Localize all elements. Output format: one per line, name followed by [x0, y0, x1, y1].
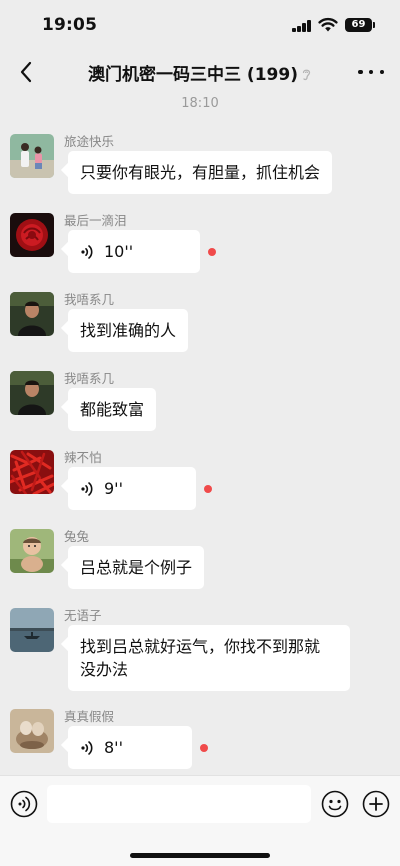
- more-button[interactable]: [358, 60, 384, 84]
- voice-wave-icon: [81, 740, 93, 755]
- unread-dot: [200, 744, 208, 752]
- message-bubble[interactable]: 找到准确的人: [68, 309, 189, 352]
- message-bubble[interactable]: 只要你有眼光，有胆量，抓住机会: [68, 151, 333, 194]
- avatar[interactable]: [10, 529, 54, 573]
- sender-name: 旅途快乐: [64, 134, 115, 149]
- sender-name: 辣不怕: [64, 450, 102, 465]
- message-bubble[interactable]: 吕总就是个例子: [68, 546, 205, 589]
- message-text: 找到准确的人: [80, 321, 177, 340]
- signal-icon: [292, 20, 312, 32]
- avatar[interactable]: [10, 608, 54, 652]
- voice-duration: 8'': [104, 738, 123, 757]
- avatar[interactable]: [10, 292, 54, 336]
- voice-message-bubble[interactable]: 10'': [68, 230, 200, 273]
- sender-name: 真真假假: [64, 709, 115, 724]
- chat-title: 澳门机密一码三中三 (199): [50, 60, 350, 85]
- home-indicator[interactable]: [130, 853, 270, 858]
- sender-name: 兔兔: [64, 529, 90, 544]
- message-text: 只要你有眼光，有胆量，抓住机会: [80, 163, 321, 182]
- voice-input-icon[interactable]: [10, 790, 38, 818]
- battery-indicator: 69: [345, 18, 375, 32]
- voice-wave-icon: [81, 481, 93, 496]
- status-time: 19:05: [42, 15, 98, 35]
- back-icon: [20, 61, 32, 83]
- voice-message-bubble[interactable]: 9'': [68, 467, 196, 510]
- sender-name: 无语子: [64, 608, 102, 623]
- voice-duration: 10'': [104, 242, 134, 261]
- chat-area[interactable]: 18:10 旅途快乐 只要你有眼光，有胆量，抓住机会 最后一滴泪 10'' 我唔…: [0, 92, 400, 775]
- avatar[interactable]: [10, 450, 54, 494]
- unread-dot: [208, 248, 216, 256]
- unread-dot: [204, 485, 212, 493]
- plus-icon[interactable]: [362, 790, 390, 818]
- avatar[interactable]: [10, 371, 54, 415]
- back-button[interactable]: [14, 58, 38, 86]
- message-text: 吕总就是个例子: [80, 558, 193, 577]
- status-bar: 19:05 69: [0, 0, 400, 52]
- message-text: 都能致富: [80, 400, 145, 419]
- voice-wave-icon: [81, 244, 93, 259]
- emoji-icon[interactable]: [321, 790, 349, 818]
- message-text-line-2: 没办法: [80, 660, 129, 679]
- avatar[interactable]: [10, 213, 54, 257]
- sender-name: 我唔系几: [64, 292, 115, 307]
- mute-icon: [302, 69, 311, 81]
- message-bubble[interactable]: 都能致富: [68, 388, 157, 431]
- message-text-line-1: 找到吕总就好运气，你找不到那就: [80, 637, 321, 656]
- voice-message-bubble[interactable]: 8'': [68, 726, 192, 769]
- sender-name: 我唔系几: [64, 371, 115, 386]
- more-icon: [358, 69, 363, 75]
- message-input[interactable]: [47, 785, 311, 823]
- wifi-icon: [318, 17, 338, 32]
- chat-title-text: 澳门机密一码三中三 (199): [88, 65, 298, 85]
- avatar[interactable]: [10, 709, 54, 753]
- voice-duration: 9'': [104, 479, 123, 498]
- chat-timestamp: 18:10: [181, 96, 219, 111]
- sender-name: 最后一滴泪: [64, 213, 127, 228]
- message-bubble[interactable]: 找到吕总就好运气，你找不到那就 没办法: [68, 625, 350, 691]
- avatar[interactable]: [10, 134, 54, 178]
- nav-bar: 澳门机密一码三中三 (199): [0, 52, 400, 92]
